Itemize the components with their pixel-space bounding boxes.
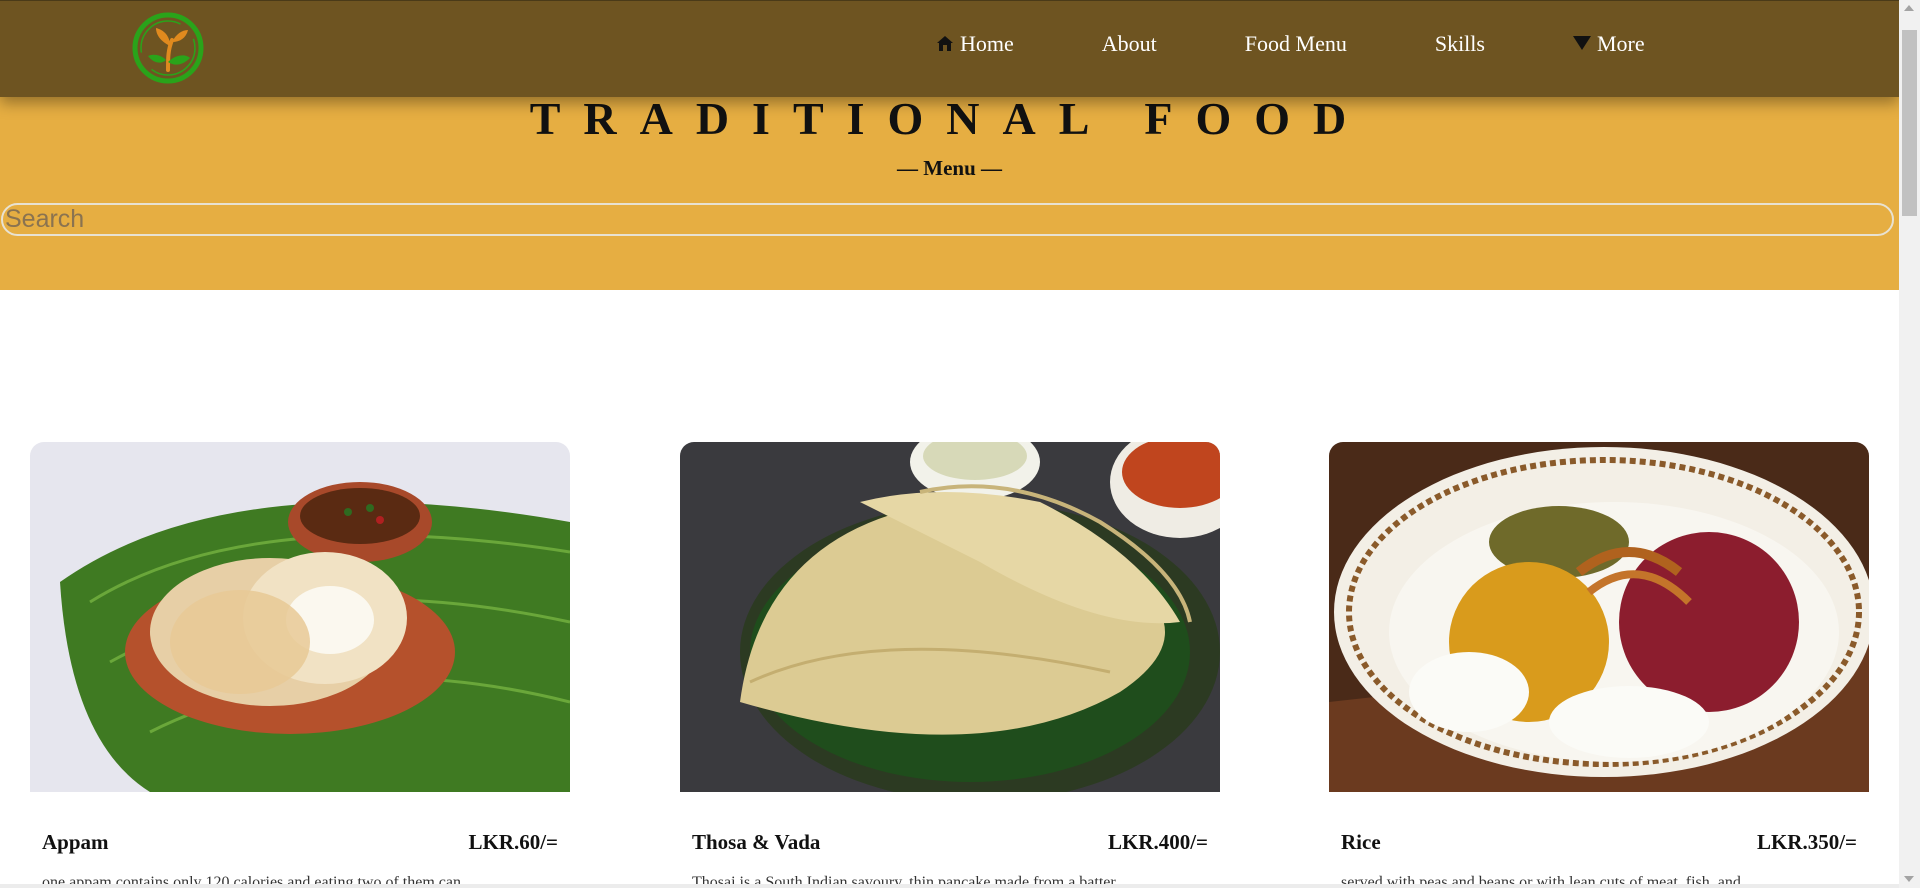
nav-more[interactable]: More xyxy=(1572,31,1645,57)
appam-image xyxy=(30,442,570,792)
food-price: LKR.350/= xyxy=(1756,830,1857,854)
food-card-thosa-vada[interactable]: Thosa & Vada LKR.400/= xyxy=(680,442,1220,854)
food-name: Rice xyxy=(1341,830,1381,854)
nav-home[interactable]: Home xyxy=(936,31,1014,57)
vertical-scrollbar[interactable] xyxy=(1899,0,1920,888)
navbar: Home About Food Menu Skills More xyxy=(0,0,1899,97)
nav-skills[interactable]: Skills xyxy=(1435,31,1485,57)
scrollbar-thumb[interactable] xyxy=(1902,30,1917,216)
window-bottom-edge xyxy=(0,884,1899,888)
card-info: Rice LKR.350/= xyxy=(1329,792,1869,854)
card-info: Thosa & Vada LKR.400/= xyxy=(680,792,1220,854)
menu-subtitle: — Menu — xyxy=(897,156,1002,180)
food-name: Appam xyxy=(42,830,109,854)
card-info: Appam LKR.60/= xyxy=(30,792,570,854)
logo[interactable] xyxy=(132,10,204,86)
home-icon xyxy=(936,35,954,53)
nav-more-label: More xyxy=(1596,31,1645,56)
food-card-rice[interactable]: Rice LKR.350/= xyxy=(1329,442,1869,854)
nav-skills-label: Skills xyxy=(1434,31,1485,56)
caret-down-icon xyxy=(1572,36,1591,52)
scroll-up-arrow-icon[interactable] xyxy=(1904,5,1914,11)
food-name: Thosa & Vada xyxy=(692,830,821,854)
thosa-vada-image xyxy=(680,442,1220,792)
hero-banner: TRADITIONAL FOOD — Menu — xyxy=(0,90,1899,290)
nav-links: Home About Food Menu Skills More xyxy=(936,1,1645,87)
food-price: LKR.60/= xyxy=(468,830,558,854)
nav-food-menu[interactable]: Food Menu xyxy=(1245,31,1347,57)
page: Home About Food Menu Skills More TRADITI… xyxy=(0,0,1899,888)
nav-home-label: Home xyxy=(960,31,1014,56)
food-card-appam[interactable]: Appam LKR.60/= xyxy=(30,442,570,854)
search-input[interactable] xyxy=(1,203,1894,236)
nav-food-menu-label: Food Menu xyxy=(1244,31,1347,56)
scroll-down-arrow-icon[interactable] xyxy=(1904,876,1914,882)
nav-about[interactable]: About xyxy=(1102,31,1157,57)
page-title: TRADITIONAL FOOD xyxy=(529,93,1370,144)
nav-about-label: About xyxy=(1101,31,1157,56)
food-price: LKR.400/= xyxy=(1107,830,1208,854)
rice-image xyxy=(1329,442,1869,792)
leaf-logo-icon xyxy=(132,12,204,84)
